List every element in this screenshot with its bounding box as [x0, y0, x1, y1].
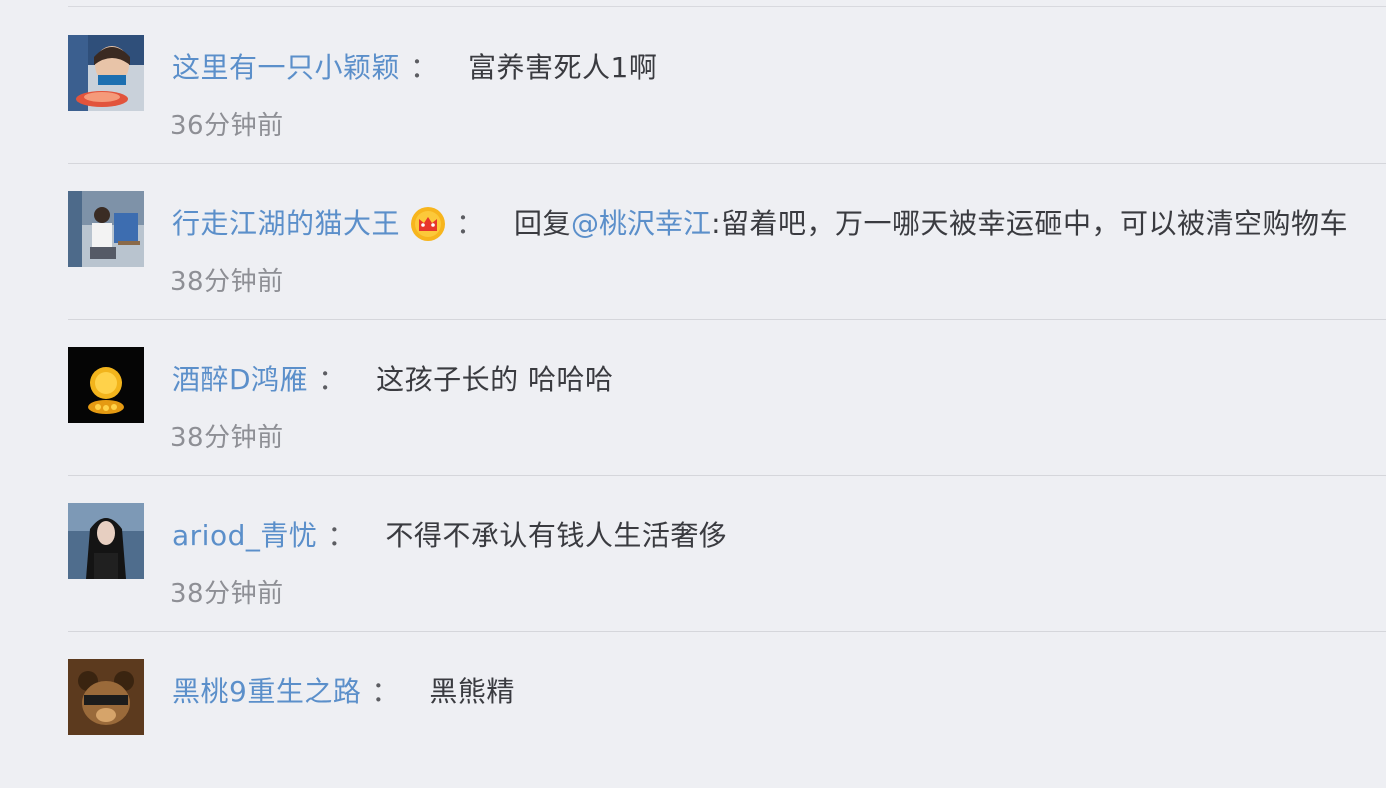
comment-item: 这里有一只小颖颖 ： 富养害死人1啊 36分钟前: [0, 8, 1386, 164]
bear-avatar[interactable]: [68, 659, 144, 735]
yellow-glow-avatar[interactable]: [68, 347, 144, 423]
girl-with-food-avatar[interactable]: [68, 35, 144, 111]
comment-line: 酒醉D鸿雁 ： 这孩子长的 哈哈哈: [172, 357, 613, 403]
comment-line: ariod_青忧 ： 不得不承认有钱人生活奢侈: [172, 513, 727, 559]
comment-text: 黑熊精: [429, 675, 515, 708]
comment-timestamp: 38分钟前: [170, 267, 284, 297]
comment-text: 这孩子长的 哈哈哈: [376, 363, 614, 396]
colon-separator: ：: [456, 207, 485, 240]
reply-prefix: 回复: [514, 207, 572, 240]
comment-text: 不得不承认有钱人生活奢侈: [385, 519, 728, 552]
comment-timestamp: 38分钟前: [170, 423, 284, 453]
username-link[interactable]: 酒醉D鸿雁: [172, 357, 308, 403]
colon-separator: ：: [327, 519, 356, 552]
comment-line: 行走江湖的猫大王 ： 回复 @桃沢幸江 :留着吧，万一哪天被幸运砸中，可以被清空…: [172, 201, 1348, 247]
username-link[interactable]: 这里有一只小颖颖: [172, 45, 400, 91]
comment-text: 富养害死人1啊: [468, 51, 658, 84]
comment-list: 这里有一只小颖颖 ： 富养害死人1啊 36分钟前 行走江湖的猫大王 ： 回复 @…: [0, 0, 1386, 735]
comment-line: 黑桃9重生之路 ： 黑熊精: [172, 669, 515, 715]
comment-line: 这里有一只小颖颖 ： 富养害死人1啊: [172, 45, 657, 91]
comment-item: 酒醉D鸿雁 ： 这孩子长的 哈哈哈 38分钟前: [0, 320, 1386, 476]
person-at-desk-avatar[interactable]: [68, 191, 144, 267]
comment-timestamp: 36分钟前: [170, 111, 284, 141]
colon-separator: ：: [410, 51, 439, 84]
colon-separator: ：: [371, 675, 400, 708]
username-link[interactable]: 黑桃9重生之路: [172, 669, 361, 715]
comment-text: :留着吧，万一哪天被幸运砸中，可以被清空购物车: [711, 207, 1348, 240]
mention-link[interactable]: @桃沢幸江: [571, 201, 711, 247]
comment-timestamp: 38分钟前: [170, 579, 284, 609]
username-link[interactable]: ariod_青忧: [172, 513, 317, 559]
comment-item: ariod_青忧 ： 不得不承认有钱人生活奢侈 38分钟前: [0, 476, 1386, 632]
comment-item: 黑桃9重生之路 ： 黑熊精: [0, 632, 1386, 788]
comment-item: 行走江湖的猫大王 ： 回复 @桃沢幸江 :留着吧，万一哪天被幸运砸中，可以被清空…: [0, 164, 1386, 320]
long-hair-woman-avatar[interactable]: [68, 503, 144, 579]
crown-badge-icon: [410, 206, 446, 242]
username-link[interactable]: 行走江湖的猫大王: [172, 201, 400, 247]
colon-separator: ：: [318, 363, 347, 396]
